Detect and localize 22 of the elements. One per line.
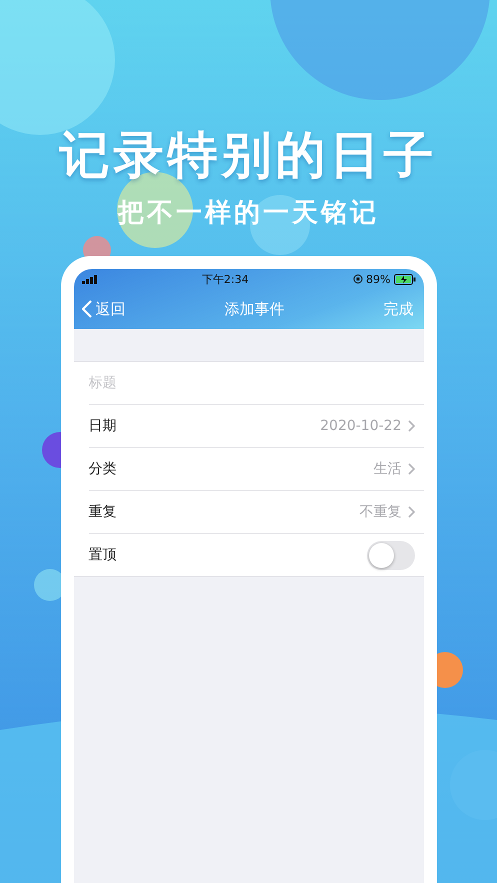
row-label: 置顶 xyxy=(88,546,116,564)
done-button[interactable]: 完成 xyxy=(384,300,414,318)
row-label: 分类 xyxy=(88,460,116,478)
chevron-icon xyxy=(408,506,414,518)
nav-title: 添加事件 xyxy=(224,300,284,318)
battery-percent: 89% xyxy=(366,272,390,286)
title-field[interactable]: 标题 xyxy=(88,375,414,391)
chevron-icon xyxy=(408,420,414,432)
chevron-icon xyxy=(408,463,414,475)
row-label: 日期 xyxy=(88,417,116,435)
back-button[interactable]: 返回 xyxy=(82,300,126,318)
battery-icon xyxy=(394,274,416,284)
row-value[interactable]: 不重复 xyxy=(360,503,414,521)
signal-icon xyxy=(82,274,98,284)
headline: 记录特别的日子 xyxy=(60,125,438,186)
row-label: 重复 xyxy=(88,503,116,521)
back-icon xyxy=(82,300,92,318)
pin-toggle[interactable] xyxy=(366,540,414,570)
row-value[interactable]: 生活 xyxy=(374,460,414,478)
status-time: 下午2:34 xyxy=(202,272,249,286)
rotation-lock-icon xyxy=(353,274,364,284)
row-value[interactable]: 2020-10-22 xyxy=(320,418,414,434)
